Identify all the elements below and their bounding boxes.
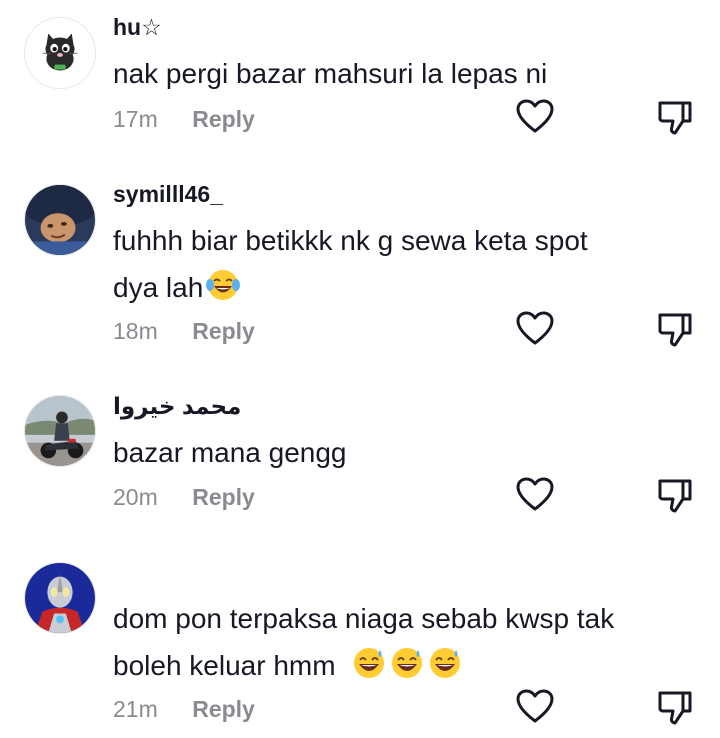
comment-meta: 20m Reply bbox=[113, 484, 255, 514]
avatar[interactable] bbox=[24, 184, 96, 256]
cat-avatar-icon bbox=[25, 18, 95, 88]
heart-outline-icon bbox=[516, 99, 554, 133]
timestamp: 17m bbox=[113, 106, 158, 132]
username[interactable]: hu☆ bbox=[113, 14, 162, 41]
like-button[interactable] bbox=[515, 97, 555, 137]
reply-button[interactable]: Reply bbox=[192, 484, 255, 511]
dislike-button[interactable] bbox=[655, 687, 695, 727]
reply-button[interactable]: Reply bbox=[192, 106, 255, 133]
dislike-button[interactable] bbox=[655, 475, 695, 515]
timestamp: 20m bbox=[113, 484, 158, 510]
sweat-smile-emoji bbox=[427, 645, 463, 681]
username[interactable]: محمد خيروا bbox=[113, 393, 241, 420]
dislike-button[interactable] bbox=[655, 97, 695, 137]
avatar[interactable] bbox=[24, 395, 96, 467]
comment-meta: 17m Reply bbox=[113, 106, 255, 136]
thumbs-down-icon bbox=[658, 691, 692, 725]
thumbs-down-icon bbox=[658, 313, 692, 347]
like-button[interactable] bbox=[515, 687, 555, 727]
dislike-button[interactable] bbox=[655, 309, 695, 349]
comment-text-line: dom pon terpaksa niaga sebab kwsp tak bbox=[113, 603, 615, 634]
motorcycle-avatar-icon bbox=[25, 396, 95, 466]
comment-text: fuhhh biar betikkk nk g sewa keta spot d… bbox=[113, 217, 698, 311]
person-avatar-icon bbox=[25, 185, 95, 255]
comment-meta: 21m Reply bbox=[113, 696, 255, 726]
comment-text-line: bazar mana gengg bbox=[113, 437, 347, 468]
comment-text: dom pon terpaksa niaga sebab kwsp tak bo… bbox=[113, 595, 698, 689]
avatar[interactable] bbox=[24, 17, 96, 89]
username[interactable]: symilll46_ bbox=[113, 181, 223, 208]
thumbs-down-icon bbox=[658, 479, 692, 513]
ultraman-avatar-icon bbox=[25, 563, 95, 633]
sweat-smile-emoji bbox=[389, 645, 425, 681]
comment-list: hu☆ nak pergi bazar mahsuri la lepas ni … bbox=[0, 0, 720, 738]
comment-text-line: fuhhh biar betikkk nk g sewa keta spot bbox=[113, 225, 588, 256]
reply-button[interactable]: Reply bbox=[192, 318, 255, 345]
reply-button[interactable]: Reply bbox=[192, 696, 255, 723]
comment-text-line: nak pergi bazar mahsuri la lepas ni bbox=[113, 58, 548, 89]
sweat-smile-emoji bbox=[351, 645, 387, 681]
like-button[interactable] bbox=[515, 309, 555, 349]
comment-text: bazar mana gengg bbox=[113, 429, 698, 476]
avatar[interactable] bbox=[24, 562, 96, 634]
comment-text: nak pergi bazar mahsuri la lepas ni bbox=[113, 50, 698, 97]
tears-of-joy-emoji bbox=[205, 267, 241, 303]
timestamp: 18m bbox=[113, 318, 158, 344]
like-button[interactable] bbox=[515, 475, 555, 515]
comment-meta: 18m Reply bbox=[113, 318, 255, 348]
heart-outline-icon bbox=[516, 477, 554, 511]
comment-text-line: boleh keluar hmm bbox=[113, 650, 336, 681]
heart-outline-icon bbox=[516, 689, 554, 723]
heart-outline-icon bbox=[516, 311, 554, 345]
comment-text-line: dya lah bbox=[113, 272, 204, 303]
timestamp: 21m bbox=[113, 696, 158, 722]
thumbs-down-icon bbox=[658, 101, 692, 135]
